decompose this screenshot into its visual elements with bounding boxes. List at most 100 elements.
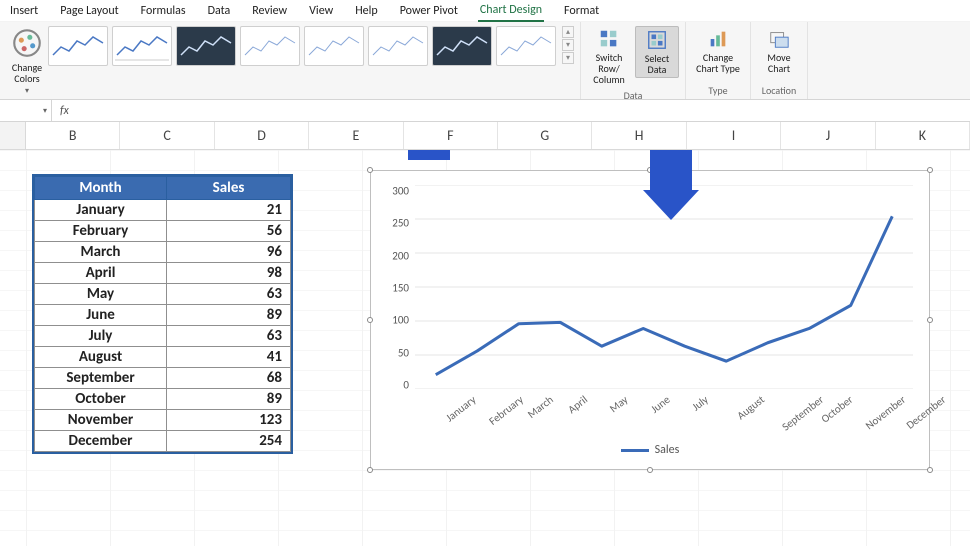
column-header-G[interactable]: G bbox=[498, 122, 592, 149]
table-row[interactable]: September68 bbox=[35, 368, 291, 389]
table-row[interactable]: December254 bbox=[35, 431, 291, 452]
x-tick-label: August bbox=[734, 393, 766, 422]
select-data-icon bbox=[646, 29, 668, 51]
tab-chart-design[interactable]: Chart Design bbox=[478, 1, 544, 22]
table-row[interactable]: July63 bbox=[35, 326, 291, 347]
chart-style-5[interactable] bbox=[304, 26, 364, 66]
table-row[interactable]: February56 bbox=[35, 221, 291, 242]
y-tick-label: 200 bbox=[392, 249, 409, 262]
cell-sales[interactable]: 89 bbox=[167, 389, 291, 410]
column-header-F[interactable]: F bbox=[404, 122, 498, 149]
table-row[interactable]: May63 bbox=[35, 284, 291, 305]
styles-scroll-up[interactable]: ▴ bbox=[562, 26, 574, 38]
y-tick-label: 0 bbox=[403, 379, 409, 392]
change-colors-button[interactable]: Change Colors ▾ bbox=[10, 26, 44, 97]
cell-sales[interactable]: 96 bbox=[167, 242, 291, 263]
table-row[interactable]: January21 bbox=[35, 200, 291, 221]
cell-month[interactable]: March bbox=[35, 242, 167, 263]
tab-formulas[interactable]: Formulas bbox=[139, 2, 188, 21]
tab-page-layout[interactable]: Page Layout bbox=[58, 2, 120, 21]
styles-expand[interactable]: ▾ bbox=[562, 52, 574, 64]
move-chart-button[interactable]: Move Chart bbox=[757, 26, 801, 76]
table-row[interactable]: April98 bbox=[35, 263, 291, 284]
cell-sales[interactable]: 89 bbox=[167, 305, 291, 326]
table-row[interactable]: June89 bbox=[35, 305, 291, 326]
cell-month[interactable]: September bbox=[35, 368, 167, 389]
resize-handle[interactable] bbox=[927, 467, 933, 473]
table-row[interactable]: October89 bbox=[35, 389, 291, 410]
chart-style-2[interactable] bbox=[112, 26, 172, 66]
tab-view[interactable]: View bbox=[307, 2, 335, 21]
cell-sales[interactable]: 63 bbox=[167, 284, 291, 305]
cell-month[interactable]: June bbox=[35, 305, 167, 326]
data-group: Switch Row/ Column Select Data Data bbox=[581, 22, 686, 99]
tab-review[interactable]: Review bbox=[250, 2, 289, 21]
cell-month[interactable]: February bbox=[35, 221, 167, 242]
table-header-sales[interactable]: Sales bbox=[167, 177, 291, 200]
column-header-K[interactable]: K bbox=[876, 122, 970, 149]
fx-icon[interactable]: fx bbox=[52, 104, 77, 118]
formula-input[interactable] bbox=[77, 100, 970, 121]
cell-sales[interactable]: 254 bbox=[167, 431, 291, 452]
cell-month[interactable]: October bbox=[35, 389, 167, 410]
resize-handle[interactable] bbox=[367, 167, 373, 173]
table-header-month[interactable]: Month bbox=[35, 177, 167, 200]
cell-sales[interactable]: 68 bbox=[167, 368, 291, 389]
x-tick-label: December bbox=[904, 393, 948, 432]
cell-sales[interactable]: 21 bbox=[167, 200, 291, 221]
column-header-H[interactable]: H bbox=[592, 122, 686, 149]
table-row[interactable]: August41 bbox=[35, 347, 291, 368]
tab-power-pivot[interactable]: Power Pivot bbox=[398, 2, 460, 21]
cell-sales[interactable]: 123 bbox=[167, 410, 291, 431]
chart-style-3[interactable] bbox=[176, 26, 236, 66]
column-header-J[interactable]: J bbox=[781, 122, 875, 149]
cell-month[interactable]: November bbox=[35, 410, 167, 431]
cell-month[interactable]: May bbox=[35, 284, 167, 305]
cell-sales[interactable]: 41 bbox=[167, 347, 291, 368]
chart-style-8[interactable] bbox=[496, 26, 556, 66]
cell-sales[interactable]: 63 bbox=[167, 326, 291, 347]
select-data-button[interactable]: Select Data bbox=[635, 26, 679, 78]
select-all-corner[interactable] bbox=[0, 122, 26, 149]
styles-scroll-down[interactable]: ▾ bbox=[562, 39, 574, 51]
cell-month[interactable]: December bbox=[35, 431, 167, 452]
cell-month[interactable]: July bbox=[35, 326, 167, 347]
y-tick-label: 50 bbox=[398, 346, 409, 359]
cell-month[interactable]: January bbox=[35, 200, 167, 221]
table-row[interactable]: November123 bbox=[35, 410, 291, 431]
resize-handle[interactable] bbox=[927, 317, 933, 323]
resize-handle[interactable] bbox=[647, 467, 653, 473]
tab-insert[interactable]: Insert bbox=[8, 2, 40, 21]
column-header-E[interactable]: E bbox=[309, 122, 403, 149]
table-row[interactable]: March96 bbox=[35, 242, 291, 263]
cell-sales[interactable]: 56 bbox=[167, 221, 291, 242]
x-tick-label: June bbox=[649, 393, 673, 416]
change-chart-type-button[interactable]: Change Chart Type bbox=[692, 26, 744, 76]
chart-style-1[interactable] bbox=[48, 26, 108, 66]
y-tick-label: 100 bbox=[392, 314, 409, 327]
resize-handle[interactable] bbox=[367, 467, 373, 473]
chart-legend[interactable]: Sales bbox=[379, 443, 921, 457]
column-header-I[interactable]: I bbox=[687, 122, 781, 149]
data-table[interactable]: Month Sales January21February56March96Ap… bbox=[32, 174, 293, 454]
worksheet-grid[interactable]: Month Sales January21February56March96Ap… bbox=[0, 150, 970, 546]
tab-data[interactable]: Data bbox=[206, 2, 233, 21]
column-header-B[interactable]: B bbox=[26, 122, 120, 149]
x-tick-label: April bbox=[565, 393, 590, 416]
resize-handle[interactable] bbox=[367, 317, 373, 323]
cell-month[interactable]: August bbox=[35, 347, 167, 368]
switch-row-column-button[interactable]: Switch Row/ Column bbox=[587, 26, 631, 87]
column-header-D[interactable]: D bbox=[215, 122, 309, 149]
chart-style-4[interactable] bbox=[240, 26, 300, 66]
tab-help[interactable]: Help bbox=[353, 2, 380, 21]
chart-style-7[interactable] bbox=[432, 26, 492, 66]
tab-format[interactable]: Format bbox=[562, 2, 601, 21]
cell-month[interactable]: April bbox=[35, 263, 167, 284]
chart-style-6[interactable] bbox=[368, 26, 428, 66]
name-box[interactable]: ▾ bbox=[0, 100, 52, 121]
column-header-C[interactable]: C bbox=[120, 122, 214, 149]
resize-handle[interactable] bbox=[927, 167, 933, 173]
caret-down-icon: ▾ bbox=[43, 106, 47, 116]
chart-type-icon bbox=[707, 28, 729, 50]
cell-sales[interactable]: 98 bbox=[167, 263, 291, 284]
